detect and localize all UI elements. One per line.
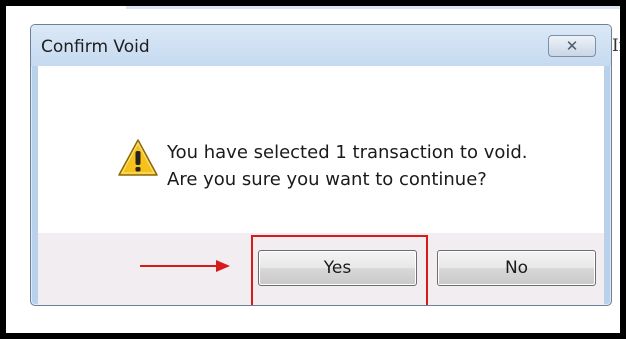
dialog-content: You have selected 1 transaction to void.… [38, 66, 604, 233]
dialog-message-line-2: Are you sure you want to continue? [167, 169, 487, 190]
screen: Ir Confirm Void ✕ You have selected 1 tr… [6, 6, 620, 333]
background-window-text: Ir [612, 36, 620, 56]
arrow-right-icon [140, 260, 230, 272]
dialog-title-bar[interactable]: Confirm Void ✕ [31, 25, 611, 66]
close-button[interactable]: ✕ [548, 35, 596, 57]
dialog-button-bar: Yes No [38, 233, 604, 305]
yes-button[interactable]: Yes [258, 250, 417, 286]
dialog-message-line-1: You have selected 1 transaction to void. [167, 142, 528, 163]
no-button[interactable]: No [437, 250, 596, 286]
background-window-edge [126, 6, 620, 9]
dialog-title: Confirm Void [41, 37, 150, 57]
close-icon: ✕ [565, 37, 579, 55]
warning-icon [118, 139, 158, 176]
confirm-void-dialog: Confirm Void ✕ You have selected 1 trans… [30, 24, 612, 306]
